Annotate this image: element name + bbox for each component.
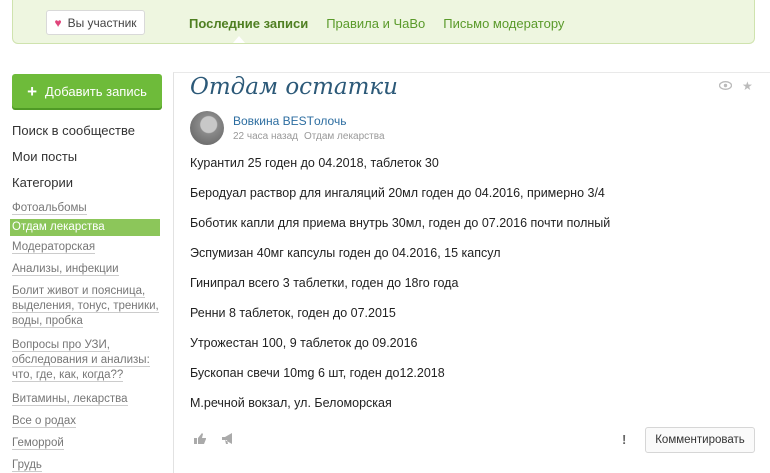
- post-body-line: Утрожестан 100, 9 таблеток до 09.2016: [190, 336, 418, 350]
- post-category-link[interactable]: Отдам лекарства: [304, 131, 385, 142]
- member-button-label: Вы участник: [67, 15, 137, 30]
- nav-tabs: Последние записи Правила и ЧаВо Письмо м…: [189, 16, 582, 31]
- thumbs-up-icon[interactable]: [193, 432, 207, 448]
- post-time: 22 часа назад: [233, 131, 298, 142]
- sidebar-category-vitamins[interactable]: Витамины, лекарства: [12, 392, 162, 407]
- post-meta: 22 часа назад Отдам лекарства: [233, 131, 385, 142]
- sidebar-link-my-posts[interactable]: Мои посты: [12, 149, 77, 164]
- member-button[interactable]: ♥ Вы участник: [46, 10, 145, 35]
- sidebar-category-moderators[interactable]: Модераторская: [12, 240, 162, 255]
- sidebar-category-pain-discharge[interactable]: Болит живот и поясница, выделения, тонус…: [12, 284, 162, 329]
- post-body-line: М.речной вокзал, ул. Беломорская: [190, 396, 392, 410]
- sidebar-category-photoalbums[interactable]: Фотоальбомы: [12, 201, 162, 216]
- post-title: Отдам остатки: [190, 74, 398, 100]
- megaphone-icon[interactable]: [221, 432, 235, 448]
- tab-rules-faq[interactable]: Правила и ЧаВо: [326, 16, 425, 31]
- post-body-line: Бускопан свечи 10mg 6 шт, годен до12.201…: [190, 366, 445, 380]
- tab-latest-posts[interactable]: Последние записи: [189, 16, 308, 31]
- post-body-line: Боботик капли для приема внутрь 30мл, го…: [190, 216, 611, 230]
- sidebar-category-hemorrhoids[interactable]: Геморрой: [12, 436, 162, 451]
- post-body-line: Эспумизан 40мг капсулы годен до 04.2016,…: [190, 246, 501, 260]
- post-footer-actions: [193, 432, 235, 448]
- post-body-line: Беродуал раствор для ингаляций 20мл годе…: [190, 186, 605, 200]
- report-button[interactable]: !: [622, 432, 626, 447]
- sidebar-category-childbirth[interactable]: Все о родах: [12, 414, 162, 429]
- author-link[interactable]: Вовкина BESTолочь: [233, 114, 346, 128]
- post-body-line: Ренни 8 таблеток, годен до 07.2015: [190, 306, 396, 320]
- sidebar-category-breast[interactable]: Грудь: [12, 458, 162, 473]
- add-post-button[interactable]: + Добавить запись: [12, 74, 162, 108]
- sidebar-category-tests-infections[interactable]: Анализы, инфекции: [12, 262, 162, 277]
- eye-icon[interactable]: [718, 79, 733, 93]
- sidebar-category-ultrasound-questions[interactable]: Вопросы про УЗИ, обследования и анализы:…: [12, 338, 162, 383]
- sidebar-link-search[interactable]: Поиск в сообществе: [12, 123, 135, 138]
- heart-icon: ♥: [54, 15, 62, 30]
- star-icon[interactable]: ★: [742, 79, 753, 93]
- sidebar-category-give-medicines[interactable]: Отдам лекарства: [10, 219, 160, 236]
- active-tab-caret: [233, 36, 245, 43]
- post-body-line: Гинипрал всего 3 таблетки, годен до 18го…: [190, 276, 459, 290]
- sidebar-link-categories[interactable]: Категории: [12, 175, 73, 190]
- author-avatar[interactable]: [190, 111, 224, 145]
- tab-moderator-letter[interactable]: Письмо модератору: [443, 16, 564, 31]
- comment-button[interactable]: Комментировать: [645, 427, 755, 453]
- add-post-label: Добавить запись: [45, 83, 147, 99]
- post-body-line: Курантил 25 годен до 04.2018, таблеток 3…: [190, 156, 439, 170]
- post-title-actions: ★: [718, 79, 753, 93]
- plus-icon: +: [27, 81, 38, 101]
